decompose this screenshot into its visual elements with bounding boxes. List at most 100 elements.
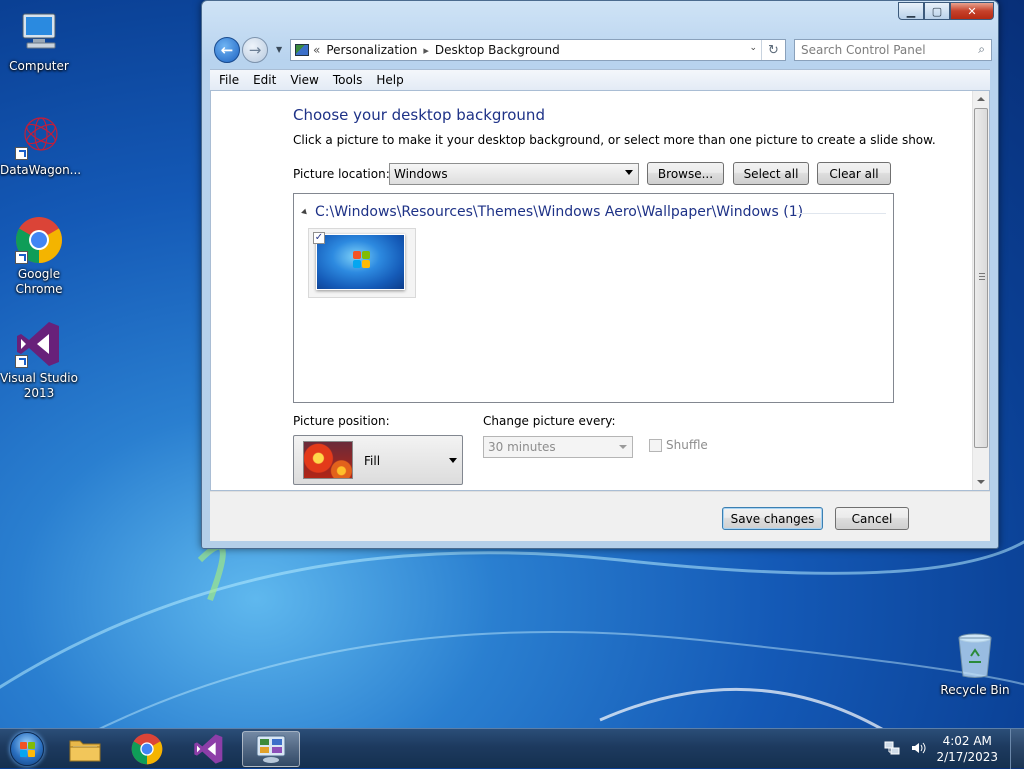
scroll-grip-icon <box>979 273 985 280</box>
cancel-button[interactable]: Cancel <box>835 507 909 530</box>
desktop-icon-label: Google Chrome <box>15 267 63 296</box>
chevron-down-icon <box>449 458 457 463</box>
change-picture-every-value: 30 minutes <box>488 440 556 454</box>
close-icon: ✕ <box>967 4 977 18</box>
desktop-icon-recycle-bin[interactable]: Recycle Bin <box>936 632 1014 698</box>
shortcut-arrow-icon <box>15 355 28 368</box>
taskbar: 4:02 AM 2/17/2023 <box>0 728 1024 769</box>
menu-file[interactable]: File <box>212 73 246 87</box>
forward-arrow-icon: → <box>248 41 262 59</box>
picture-position-value: Fill <box>364 454 381 468</box>
show-desktop-button[interactable] <box>1010 729 1024 769</box>
computer-icon <box>15 8 63 56</box>
visual-studio-icon <box>15 320 63 368</box>
shortcut-arrow-icon <box>15 147 28 160</box>
shuffle-label: Shuffle <box>666 438 708 452</box>
address-bar[interactable]: « Personalization ▸ Desktop Background ⌄… <box>290 39 786 61</box>
windows-wallpaper-image <box>316 234 405 290</box>
breadcrumb-overflow[interactable]: « <box>313 43 320 57</box>
datawagon-icon <box>15 112 63 160</box>
picture-position-label: Picture position: <box>293 414 390 428</box>
desktop-icon-computer[interactable]: Computer <box>0 8 78 74</box>
group-divider <box>796 213 886 214</box>
taskbar-control-panel[interactable] <box>242 731 300 767</box>
gallery-group-path: C:\Windows\Resources\Themes\Windows Aero… <box>315 204 804 220</box>
desktop-icon-visual-studio[interactable]: Visual Studio 2013 <box>0 320 78 401</box>
chevron-down-icon <box>625 170 633 175</box>
picture-location-select[interactable]: Windows <box>389 163 639 185</box>
volume-icon[interactable] <box>910 740 926 759</box>
desktop-icon-label: Computer <box>9 59 69 73</box>
picture-position-select[interactable]: Fill <box>293 435 463 485</box>
menu-view[interactable]: View <box>283 73 325 87</box>
shuffle-checkbox[interactable]: Shuffle <box>649 438 708 452</box>
clock-time: 4:02 AM <box>942 734 992 748</box>
gallery-group-header[interactable]: C:\Windows\Resources\Themes\Windows Aero… <box>301 204 804 220</box>
search-icon: ⌕ <box>978 42 985 56</box>
breadcrumb-personalization[interactable]: Personalization <box>326 43 417 57</box>
menu-bar: File Edit View Tools Help <box>210 69 990 90</box>
close-button[interactable]: ✕ <box>950 2 994 20</box>
desktop-icon-datawagon[interactable]: DataWagon... <box>0 112 81 178</box>
back-arrow-icon: ← <box>220 41 234 59</box>
maximize-button[interactable]: ▢ <box>924 2 950 20</box>
search-placeholder: Search Control Panel <box>801 43 926 57</box>
select-all-button[interactable]: Select all <box>733 162 809 185</box>
browse-button[interactable]: Browse... <box>647 162 724 185</box>
scrollbar-thumb[interactable] <box>974 108 988 448</box>
control-panel-window: ▁ ▢ ✕ ← → ▼ « Personalization ▸ Desktop … <box>201 0 999 549</box>
search-input[interactable]: Search Control Panel ⌕ <box>794 39 992 61</box>
address-dropdown[interactable]: ⌄ <box>749 43 757 53</box>
picture-location-value: Windows <box>394 167 448 181</box>
windows-logo-icon <box>353 251 371 269</box>
start-button[interactable] <box>4 730 50 768</box>
minimize-icon: ▁ <box>906 4 916 18</box>
back-button[interactable]: ← <box>214 37 240 63</box>
menu-help[interactable]: Help <box>369 73 410 87</box>
desktop-icon-chrome[interactable]: Google Chrome <box>0 216 78 297</box>
breadcrumb-separator[interactable]: ▸ <box>423 44 429 57</box>
network-icon[interactable] <box>884 740 900 759</box>
clear-all-button[interactable]: Clear all <box>817 162 891 185</box>
desktop-icon-label: Recycle Bin <box>940 683 1010 697</box>
recent-pages-dropdown[interactable]: ▼ <box>276 45 282 54</box>
wallpaper-checkbox[interactable]: ✓ <box>313 232 325 244</box>
taskbar-chrome[interactable] <box>118 731 176 767</box>
change-picture-every-select[interactable]: 30 minutes <box>483 436 633 458</box>
flower-preview-image <box>303 441 353 479</box>
clock[interactable]: 4:02 AM 2/17/2023 <box>936 733 998 765</box>
menu-tools[interactable]: Tools <box>326 73 370 87</box>
change-picture-every-label: Change picture every: <box>483 414 616 428</box>
collapse-triangle-icon <box>301 208 309 216</box>
chevron-down-icon: ⌄ <box>749 43 757 53</box>
page-subtitle: Click a picture to make it your desktop … <box>293 133 936 147</box>
forward-button[interactable]: → <box>242 37 268 63</box>
refresh-icon: ↻ <box>768 42 779 58</box>
chrome-icon <box>15 216 63 264</box>
minimize-button[interactable]: ▁ <box>898 2 924 20</box>
dialog-footer: Save changes Cancel <box>210 491 990 541</box>
taskbar-explorer[interactable] <box>56 731 114 767</box>
menu-edit[interactable]: Edit <box>246 73 283 87</box>
vertical-scrollbar[interactable] <box>972 91 989 490</box>
control-panel-icon <box>295 44 309 56</box>
picture-location-label: Picture location: <box>293 167 390 181</box>
page-title: Choose your desktop background <box>293 106 545 124</box>
scroll-up-icon[interactable] <box>977 97 985 101</box>
chrome-icon <box>131 733 163 765</box>
recycle-bin-icon <box>951 632 999 680</box>
wallpaper-gallery: C:\Windows\Resources\Themes\Windows Aero… <box>293 193 894 403</box>
scroll-down-icon[interactable] <box>977 480 985 484</box>
refresh-button[interactable]: ↻ <box>761 40 785 60</box>
breadcrumb-desktop-background[interactable]: Desktop Background <box>435 43 560 57</box>
desktop-icon-label: Visual Studio 2013 <box>0 371 78 400</box>
control-panel-icon <box>256 735 286 763</box>
shuffle-checkbox-box <box>649 438 662 452</box>
chevron-down-icon: ▼ <box>276 45 283 54</box>
save-changes-button[interactable]: Save changes <box>722 507 823 530</box>
shortcut-arrow-icon <box>15 251 28 264</box>
clock-date: 2/17/2023 <box>936 750 998 764</box>
folder-icon <box>69 740 101 762</box>
wallpaper-thumbnail[interactable]: ✓ <box>308 228 416 298</box>
taskbar-visual-studio[interactable] <box>180 731 238 767</box>
